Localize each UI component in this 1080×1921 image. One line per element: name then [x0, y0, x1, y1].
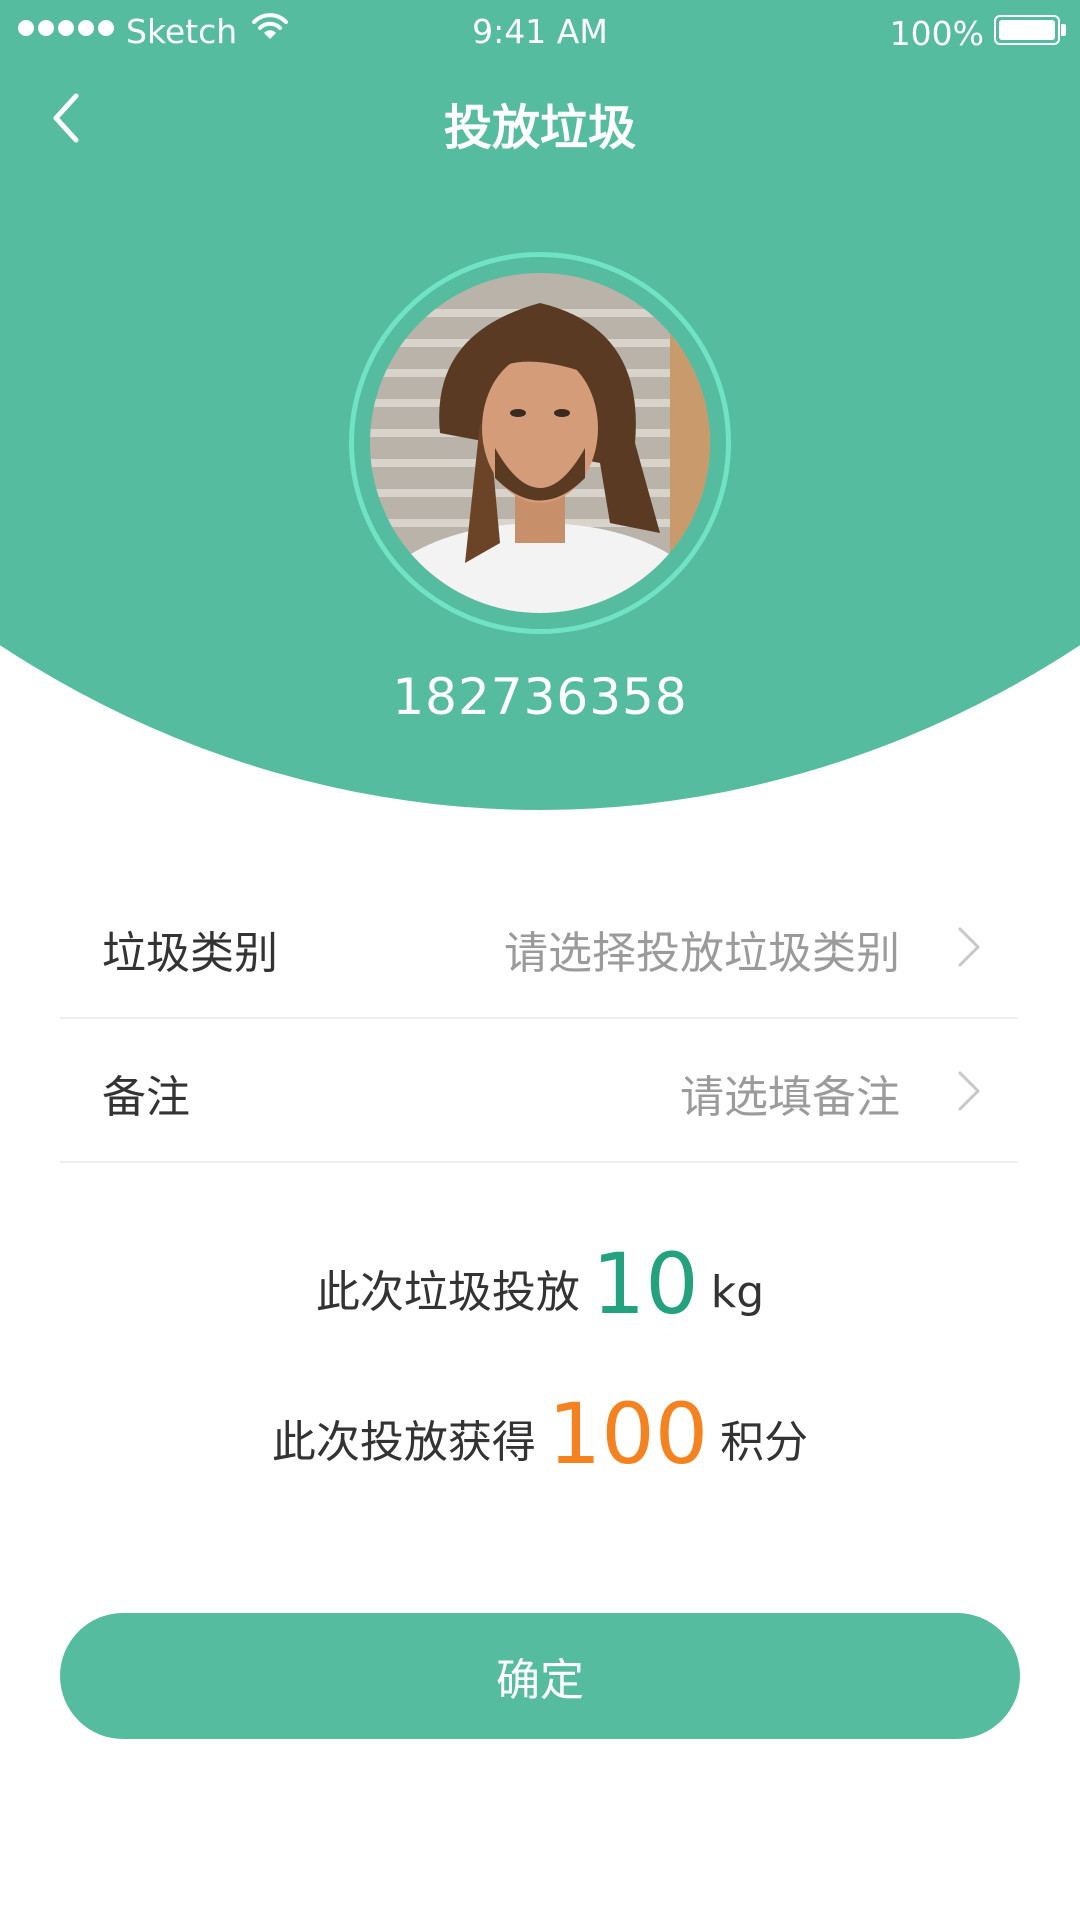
page-title: 投放垃圾 [443, 100, 636, 156]
battery-icon [994, 15, 1066, 45]
screen: Sketch 9:41 AM 100% 投放垃圾 182736358 垃圾类别 … [0, 0, 1080, 1921]
note-placeholder: 请选填备注 [680, 1072, 900, 1123]
points-prefix: 此次投放获得 [271, 1417, 536, 1468]
weight-prefix: 此次垃圾投放 [315, 1267, 580, 1318]
avatar-ring [349, 252, 731, 634]
garbage-category-label: 垃圾类别 [102, 928, 278, 979]
weight-unit: kg [710, 1267, 765, 1318]
battery-percentage: 100% [889, 14, 984, 53]
points-summary: 此次投放获得 100 积分 [0, 1385, 1080, 1483]
avatar [370, 273, 710, 613]
points-unit: 积分 [720, 1417, 809, 1468]
note-row[interactable]: 备注 请选填备注 [60, 1019, 1018, 1163]
user-phone-number: 182736358 [392, 668, 688, 726]
weight-value: 10 [591, 1235, 699, 1333]
points-value: 100 [547, 1385, 709, 1483]
chevron-right-icon [958, 1071, 980, 1111]
note-label: 备注 [102, 1072, 190, 1123]
chevron-right-icon [958, 927, 980, 967]
garbage-category-row[interactable]: 垃圾类别 请选择投放垃圾类别 [60, 875, 1018, 1019]
garbage-category-placeholder: 请选择投放垃圾类别 [504, 928, 900, 979]
weight-summary: 此次垃圾投放 10 kg [0, 1235, 1080, 1333]
status-bar: Sketch 9:41 AM 100% [0, 0, 1080, 66]
confirm-button[interactable]: 确定 [60, 1613, 1020, 1739]
